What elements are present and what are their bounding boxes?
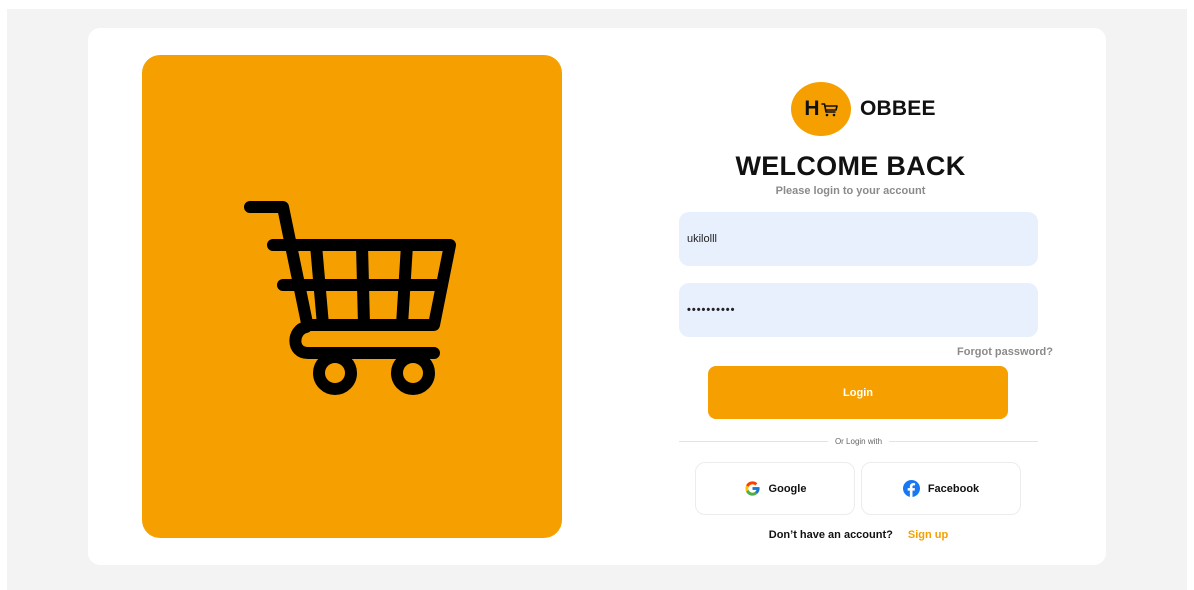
logo-letter: H [804, 97, 820, 120]
or-login-divider: Or Login with [679, 435, 1039, 447]
signup-link[interactable]: Sign up [908, 529, 948, 541]
divider-line [889, 440, 1039, 442]
login-button[interactable]: Login [708, 366, 1008, 419]
cart-icon [820, 102, 838, 116]
shopping-cart-icon [244, 201, 456, 395]
logo-badge: H [791, 82, 851, 136]
divider-line [679, 440, 828, 442]
signup-prompt: Don’t have an account? [768, 529, 893, 541]
page-title: WELCOME BACK [735, 151, 966, 181]
divider-label: Or Login with [834, 436, 883, 446]
hero-panel [142, 55, 562, 538]
forgot-password-link[interactable]: Forgot password? [940, 346, 1053, 358]
password-input[interactable]: •••••••••• [679, 283, 1038, 337]
brand-name: OBBEE [860, 97, 936, 120]
page-subtitle: Please login to your account [775, 185, 926, 197]
facebook-label: Facebook [927, 482, 980, 495]
google-icon [744, 481, 760, 496]
google-login-button[interactable]: Google [695, 462, 855, 515]
brand-logo: H OBBEE [791, 82, 936, 136]
facebook-icon [902, 480, 920, 497]
signup-row: Don’t have an account? Sign up [679, 529, 1038, 541]
username-input[interactable]: ukilolll [679, 212, 1038, 266]
facebook-login-button[interactable]: Facebook [861, 462, 1021, 515]
google-label: Google [768, 482, 807, 495]
